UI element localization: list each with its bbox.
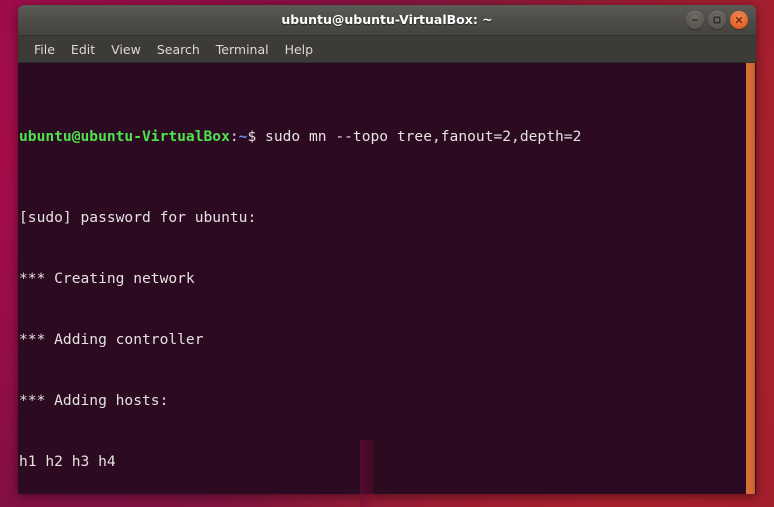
menu-item-help[interactable]: Help: [277, 40, 322, 59]
close-button[interactable]: [730, 11, 748, 29]
prompt-command: sudo mn --topo tree,fanout=2,depth=2: [265, 127, 582, 145]
terminal-window: ubuntu@ubuntu-VirtualBox: ~ File Edit Vi…: [18, 5, 756, 494]
minimize-icon: [692, 19, 698, 21]
menu-item-file[interactable]: File: [26, 40, 63, 59]
terminal-prompt-line: ubuntu@ubuntu-VirtualBox:~$ sudo mn --to…: [19, 127, 742, 147]
maximize-button[interactable]: [708, 11, 726, 29]
terminal-scrollbar[interactable]: [745, 63, 756, 494]
output-line: *** Adding hosts:: [19, 391, 169, 409]
scrollbar-thumb[interactable]: [746, 63, 755, 494]
close-icon: [735, 16, 743, 24]
output-line: h1 h2 h3 h4: [19, 452, 116, 470]
menubar: File Edit View Search Terminal Help: [18, 36, 756, 63]
terminal-output: ubuntu@ubuntu-VirtualBox:~$ sudo mn --to…: [19, 66, 742, 494]
prompt-sigil: $: [247, 127, 266, 145]
terminal-body[interactable]: ubuntu@ubuntu-VirtualBox:~$ sudo mn --to…: [18, 63, 756, 494]
menu-item-edit[interactable]: Edit: [63, 40, 103, 59]
minimize-button[interactable]: [686, 11, 704, 29]
window-title: ubuntu@ubuntu-VirtualBox: ~: [281, 12, 493, 27]
menu-item-terminal[interactable]: Terminal: [208, 40, 277, 59]
window-controls: [686, 11, 748, 29]
prompt-user-host: ubuntu@ubuntu-VirtualBox: [19, 127, 230, 145]
window-titlebar[interactable]: ubuntu@ubuntu-VirtualBox: ~: [18, 5, 756, 36]
desktop-wallpaper: ubuntu@ubuntu-VirtualBox: ~ File Edit Vi…: [0, 0, 774, 507]
prompt-colon: :: [229, 127, 239, 145]
menu-item-view[interactable]: View: [103, 40, 149, 59]
output-line: [sudo] password for ubuntu:: [19, 209, 257, 227]
maximize-icon: [713, 16, 721, 24]
menu-item-search[interactable]: Search: [149, 40, 208, 59]
output-line: *** Adding controller: [19, 330, 204, 348]
output-line: *** Creating network: [19, 269, 195, 287]
